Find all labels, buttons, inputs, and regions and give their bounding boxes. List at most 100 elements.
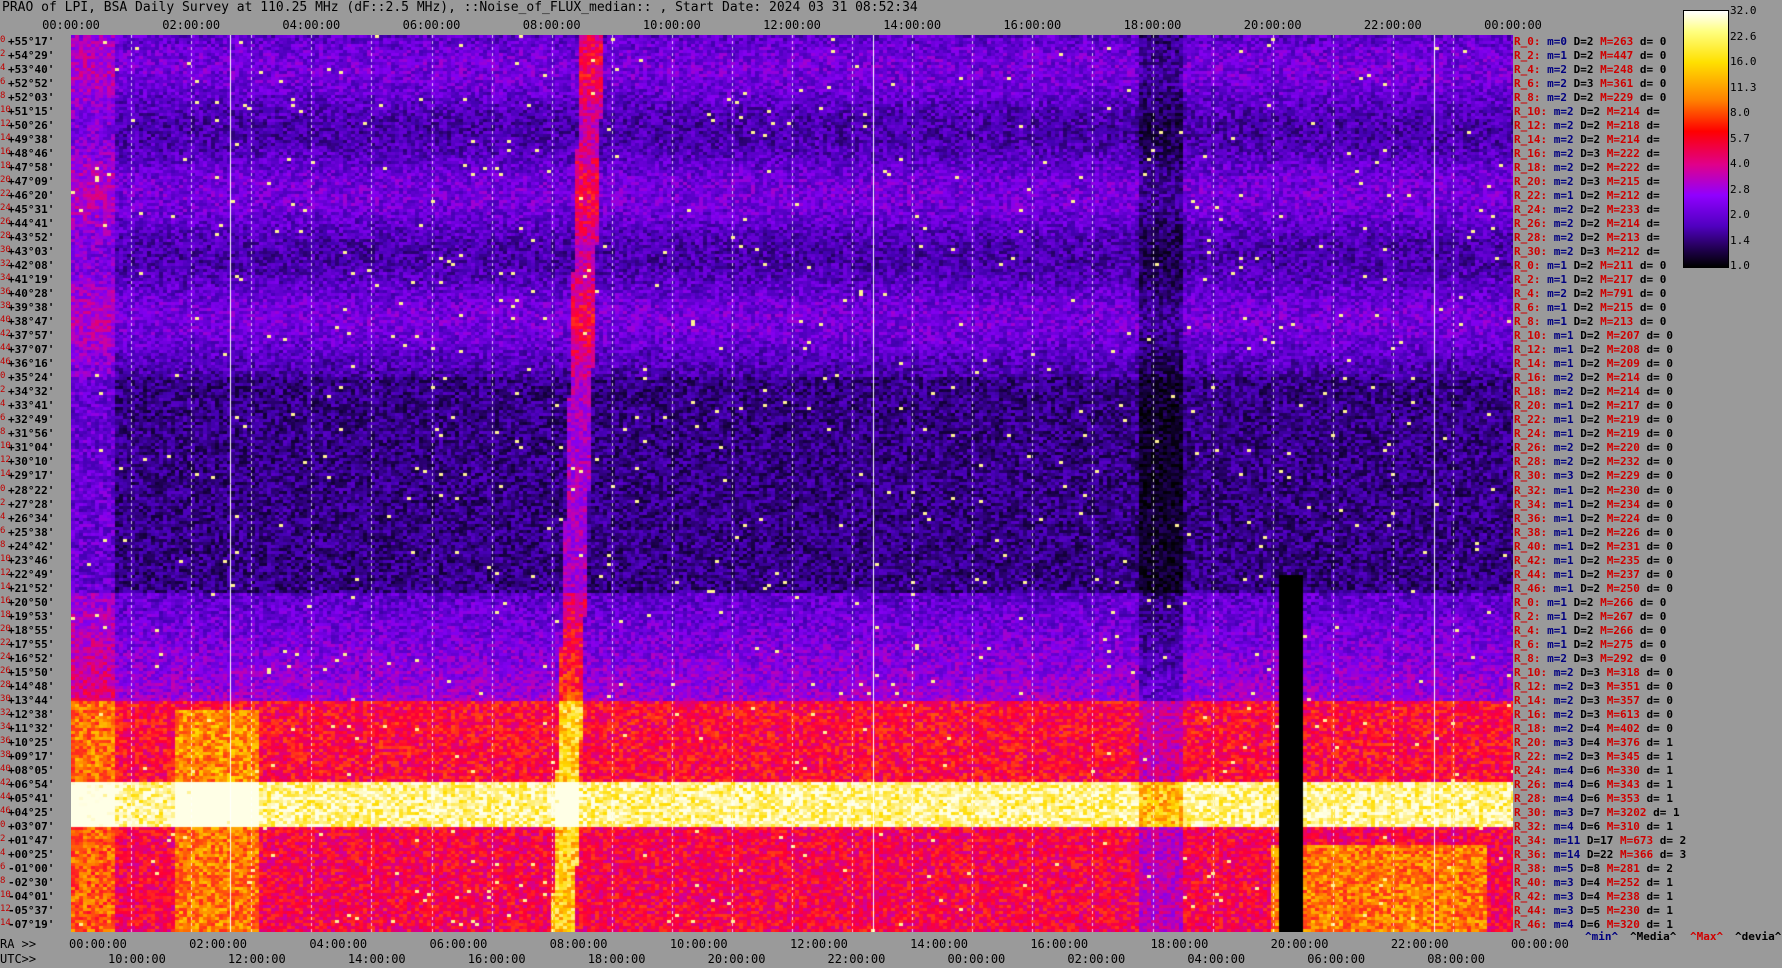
ra-tick-label: 18:00:00 [1150, 937, 1209, 951]
row-index: 4 [0, 847, 6, 858]
declination-label: +29°17' [8, 469, 55, 483]
declination-label: +03°07' [8, 819, 55, 833]
row-stat: R_14: m=1 D=2 M=209 d= 0 [1514, 357, 1673, 371]
top-tick-label: 04:00:00 [282, 18, 341, 32]
declination-label: +15°50' [8, 665, 55, 679]
row-stat: R_10: m=2 D=3 M=318 d= 0 [1514, 665, 1673, 679]
row-stat: R_10: m=2 D=2 M=214 d= [1514, 105, 1660, 119]
row-index: 6 [0, 77, 6, 88]
row-stat: R_2: m=1 D=2 M=217 d= 0 [1514, 273, 1667, 287]
colorbar-tick: 2.8 [1730, 182, 1750, 196]
row-index: 2 [0, 833, 6, 844]
row-index: 0 [0, 371, 6, 382]
declination-label: -05°37' [8, 903, 55, 917]
row-stat: R_26: m=4 D=6 M=343 d= 1 [1514, 777, 1673, 791]
ra-tick-label: 14:00:00 [910, 937, 968, 951]
declination-label: +47°58' [8, 161, 55, 175]
row-stat: R_18: m=2 D=4 M=402 d= 0 [1514, 721, 1673, 735]
declination-label: -01°00' [8, 861, 55, 875]
colorbar-tick: 11.3 [1730, 80, 1757, 94]
ra-tick-label: 04:00:00 [309, 937, 368, 951]
utc-tick-label: 12:00:00 [227, 952, 286, 966]
utc-tick-label: 18:00:00 [587, 952, 646, 966]
row-stat: R_6: m=1 D=2 M=215 d= 0 [1514, 301, 1667, 315]
colorbar-tick: 32.0 [1730, 4, 1757, 17]
declination-label: +52°03' [8, 91, 55, 105]
row-stat: R_22: m=1 D=2 M=212 d= [1514, 189, 1660, 203]
declination-label: +53°40' [8, 63, 55, 77]
row-stat: R_26: m=2 D=2 M=220 d= 0 [1514, 441, 1673, 455]
declination-label: -04°01' [8, 889, 55, 903]
row-stat: R_34: m=11 D=17 M=673 d= 2 [1514, 833, 1687, 847]
row-index: 6 [0, 861, 6, 872]
row-index: 4 [0, 63, 6, 74]
row-stat: R_20: m=3 D=4 M=376 d= 1 [1514, 735, 1673, 749]
row-stat: R_12: m=2 D=2 M=218 d= [1514, 119, 1660, 133]
declination-label: +28°22' [8, 483, 55, 497]
top-tick-label: 00:00:00 [42, 18, 100, 32]
row-stat: R_32: m=4 D=6 M=310 d= 1 [1514, 819, 1673, 833]
colorbar-tick: 4.0 [1730, 157, 1750, 170]
row-stat: R_22: m=1 D=2 M=219 d= 0 [1514, 413, 1673, 427]
utc-tick-label: 08:00:00 [1427, 952, 1485, 966]
declination-label: -02°30' [8, 875, 55, 889]
row-stat: R_4: m=1 D=2 M=266 d= 0 [1514, 623, 1667, 637]
row-stat: R_20: m=2 D=3 M=215 d= [1514, 175, 1660, 189]
row-index: 8 [0, 91, 6, 102]
row-stat: R_30: m=3 D=2 M=229 d= 0 [1514, 469, 1673, 483]
row-stat: R_40: m=3 D=4 M=252 d= 1 [1514, 875, 1673, 889]
footer-max: ^Max^ [1690, 930, 1724, 943]
row-stat: R_4: m=2 D=2 M=791 d= 0 [1514, 287, 1667, 301]
row-stat: R_16: m=2 D=3 M=613 d= 0 [1514, 707, 1673, 721]
declination-label: +40°28' [8, 287, 55, 301]
row-index: 0 [0, 819, 6, 830]
top-tick-label: 00:00:00 [1484, 18, 1542, 32]
top-tick-label: 06:00:00 [402, 18, 461, 32]
row-stat: R_46: m=1 D=2 M=250 d= 0 [1514, 581, 1673, 595]
row-stat: R_18: m=2 D=2 M=222 d= [1514, 161, 1660, 175]
declination-label: +00°25' [8, 847, 55, 861]
row-stat: R_28: m=2 D=2 M=232 d= 0 [1514, 455, 1673, 469]
ra-tick-label: 00:00:00 [69, 937, 127, 951]
row-stat: R_24: m=1 D=2 M=219 d= 0 [1514, 427, 1673, 441]
colorbar [1683, 10, 1729, 268]
declination-label: +37°57' [8, 329, 55, 343]
utc-tick-label: 02:00:00 [1067, 952, 1126, 966]
top-tick-label: 20:00:00 [1243, 18, 1302, 32]
row-stat: R_8: m=2 D=2 M=229 d= 0 [1514, 91, 1667, 105]
declination-label: +11°32' [8, 721, 55, 735]
row-stat: R_2: m=1 D=2 M=447 d= 0 [1514, 49, 1667, 63]
declination-label: +10°25' [8, 735, 55, 749]
declination-label: +48°46' [8, 147, 55, 161]
declination-label: +12°38' [8, 707, 55, 721]
row-index: 6 [0, 525, 6, 536]
row-stat: R_0: m=1 D=2 M=211 d= 0 [1514, 259, 1667, 273]
ra-axis-label: RA >> [0, 937, 37, 951]
row-stat: R_8: m=2 D=3 M=292 d= 0 [1514, 651, 1667, 665]
colorbar-tick: 2.0 [1730, 208, 1750, 221]
declination-label: +22°49' [8, 567, 55, 581]
row-index: 8 [0, 875, 6, 886]
row-stat: R_24: m=2 D=2 M=233 d= [1514, 203, 1660, 217]
footer-dev: ^devia^ [1735, 930, 1782, 943]
row-stat: R_42: m=1 D=2 M=235 d= 0 [1514, 553, 1673, 567]
declination-label: +18°55' [8, 623, 55, 637]
row-stat: R_42: m=3 D=4 M=238 d= 1 [1514, 889, 1673, 903]
declination-label: +52°52' [8, 77, 55, 91]
declination-label: +16°52' [8, 651, 55, 665]
row-index: 0 [0, 35, 6, 45]
declination-label: +08°05' [8, 763, 55, 777]
colorbar-tick: 8.0 [1730, 106, 1750, 119]
row-stat: R_18: m=2 D=2 M=214 d= 0 [1514, 385, 1673, 399]
row-stat: R_20: m=1 D=2 M=217 d= 0 [1514, 399, 1673, 413]
declination-label: +45°31' [8, 203, 55, 217]
row-stat: R_6: m=1 D=2 M=275 d= 0 [1514, 637, 1667, 651]
declination-label: +41°19' [8, 273, 55, 287]
row-stat: R_34: m=1 D=2 M=234 d= 0 [1514, 497, 1673, 511]
colorbar-tick: 5.7 [1730, 131, 1750, 145]
declination-label: +46°20' [8, 189, 55, 203]
declination-label: +19°53' [8, 609, 55, 623]
row-stat: R_14: m=2 D=2 M=214 d= [1514, 133, 1660, 147]
declination-label: +51°15' [8, 105, 55, 119]
declination-label: +13°44' [8, 693, 55, 707]
